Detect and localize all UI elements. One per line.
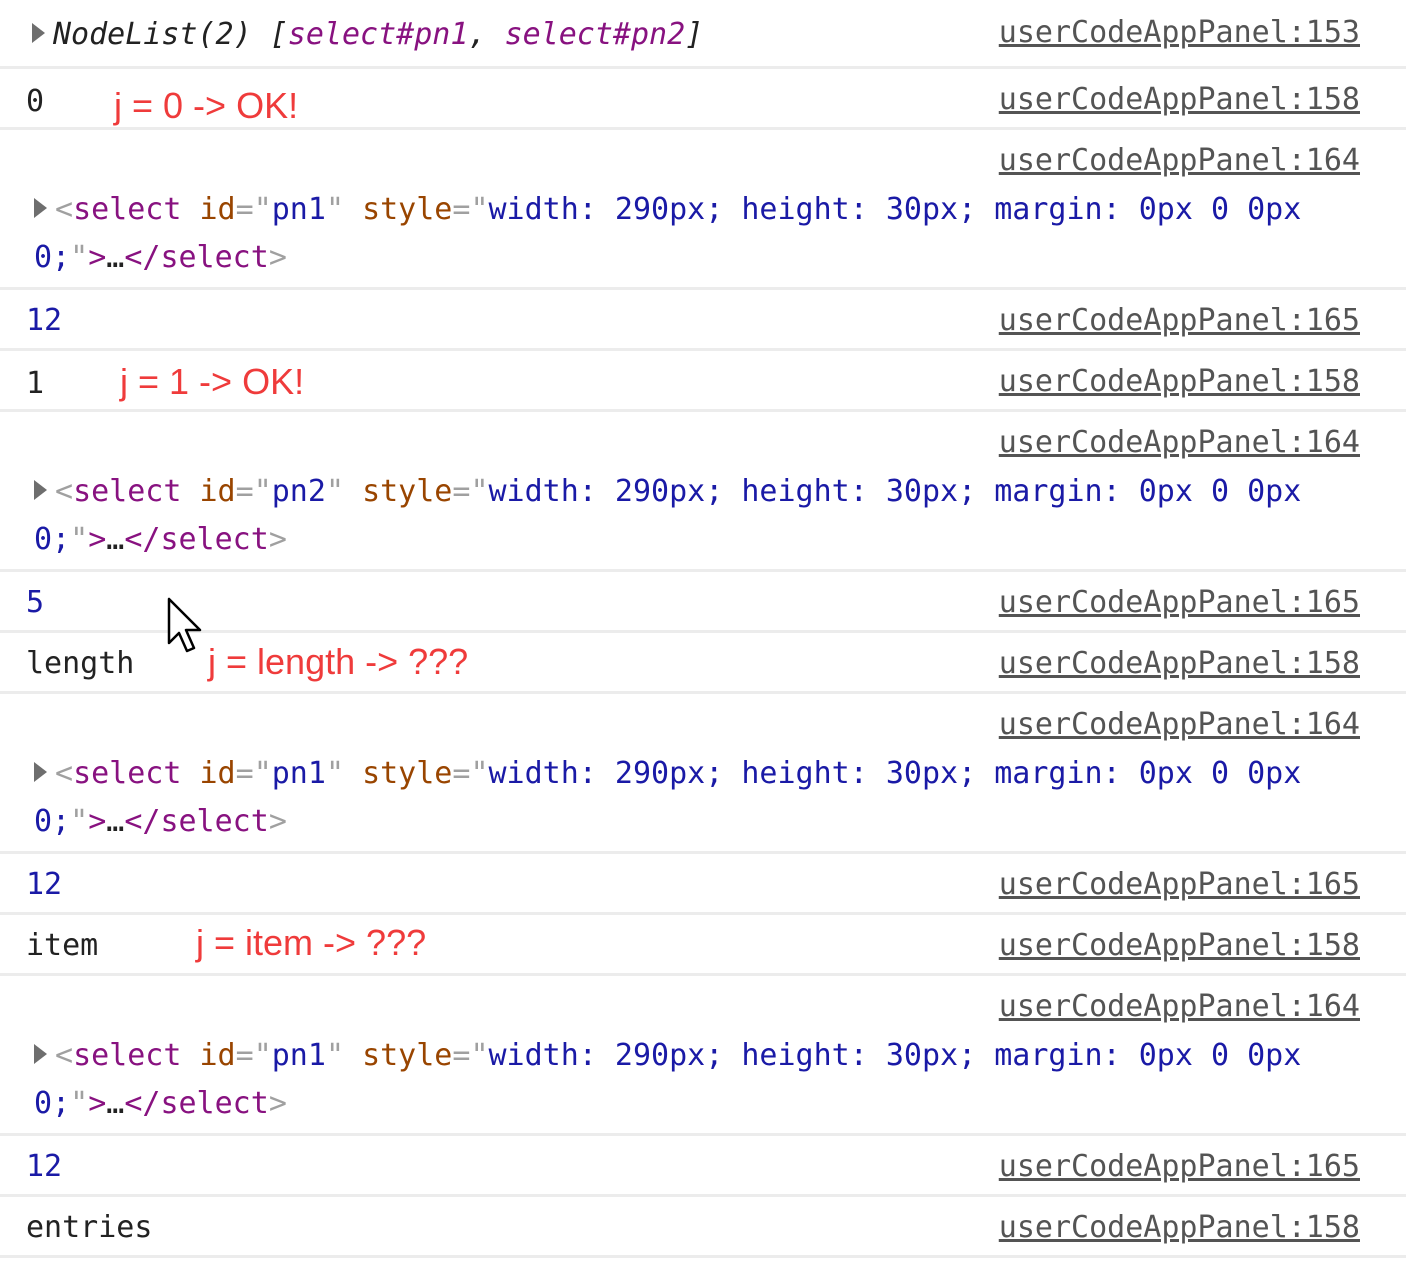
source-link[interactable]: userCodeAppPanel:158 xyxy=(999,367,1360,397)
mouse-pointer-icon xyxy=(167,597,202,653)
console-row-nodelist: NodeList(2) [select#pn1, select#pn2] use… xyxy=(0,0,1406,69)
source-link[interactable]: userCodeAppPanel:164 xyxy=(999,428,1360,458)
log-value: entries xyxy=(26,1210,153,1245)
annotation-note: j = 1 -> OK! xyxy=(120,361,305,402)
console-row: entries userCodeAppPanel:158 xyxy=(0,1197,1406,1258)
nodelist-summary[interactable]: NodeList(2) [select#pn1, select#pn2] xyxy=(32,20,703,50)
log-value: 1 xyxy=(26,366,45,401)
console-row: 0 j = 0 -> OK! userCodeAppPanel:158 xyxy=(0,69,1406,130)
log-number: 12 xyxy=(26,867,63,902)
console-row-element: userCodeAppPanel:164 <select id="pn2" st… xyxy=(0,412,1406,572)
log-value: item xyxy=(26,928,99,963)
source-link[interactable]: userCodeAppPanel:164 xyxy=(999,710,1360,740)
console-row: 5 userCodeAppPanel:165 xyxy=(0,572,1406,633)
source-link[interactable]: userCodeAppPanel:165 xyxy=(999,306,1360,336)
console-row: length j = length -> ??? userCodeAppPane… xyxy=(0,633,1406,694)
console-row: 12 userCodeAppPanel:165 xyxy=(0,290,1406,351)
source-link[interactable]: userCodeAppPanel:158 xyxy=(999,649,1360,679)
console-row: 12 userCodeAppPanel:165 xyxy=(0,854,1406,915)
console-row-element: userCodeAppPanel:164 <select id="pn1" st… xyxy=(0,130,1406,290)
element-node[interactable]: <select id="pn1" style="width: 290px; he… xyxy=(34,750,1360,846)
expand-triangle-icon[interactable] xyxy=(34,761,47,782)
console-row: item j = item -> ??? userCodeAppPanel:15… xyxy=(0,915,1406,976)
source-link[interactable]: userCodeAppPanel:158 xyxy=(999,85,1360,115)
source-link[interactable]: userCodeAppPanel:158 xyxy=(999,1213,1360,1243)
source-link[interactable]: userCodeAppPanel:153 xyxy=(999,18,1360,48)
console-row: 12 userCodeAppPanel:165 xyxy=(0,1136,1406,1197)
log-value: 0 xyxy=(26,84,45,119)
console-row-element: userCodeAppPanel:164 <select id="pn1" st… xyxy=(0,976,1406,1136)
expand-triangle-icon[interactable] xyxy=(34,479,47,500)
element-node[interactable]: <select id="pn1" style="width: 290px; he… xyxy=(34,186,1360,282)
source-link[interactable]: userCodeAppPanel:164 xyxy=(999,146,1360,176)
log-number: 12 xyxy=(26,303,63,338)
source-link[interactable]: userCodeAppPanel:165 xyxy=(999,870,1360,900)
log-value: length xyxy=(26,646,135,681)
source-link[interactable]: userCodeAppPanel:164 xyxy=(999,992,1360,1022)
element-node[interactable]: <select id="pn2" style="width: 290px; he… xyxy=(34,468,1360,564)
expand-triangle-icon[interactable] xyxy=(34,1043,47,1064)
source-link[interactable]: userCodeAppPanel:165 xyxy=(999,588,1360,618)
annotation-note: j = length -> ??? xyxy=(208,641,469,682)
console-row: 1 j = 1 -> OK! userCodeAppPanel:158 xyxy=(0,351,1406,412)
element-node[interactable]: <select id="pn1" style="width: 290px; he… xyxy=(34,1032,1360,1128)
annotation-note: j = 0 -> OK! xyxy=(114,85,299,126)
source-link[interactable]: userCodeAppPanel:165 xyxy=(999,1152,1360,1182)
log-number: 5 xyxy=(26,585,45,620)
expand-triangle-icon[interactable] xyxy=(34,197,47,218)
expand-triangle-icon[interactable] xyxy=(32,22,45,43)
source-link[interactable]: userCodeAppPanel:158 xyxy=(999,931,1360,961)
console-row-element: userCodeAppPanel:164 <select id="pn1" st… xyxy=(0,694,1406,854)
log-number: 12 xyxy=(26,1149,63,1184)
annotation-note: j = item -> ??? xyxy=(196,922,427,963)
